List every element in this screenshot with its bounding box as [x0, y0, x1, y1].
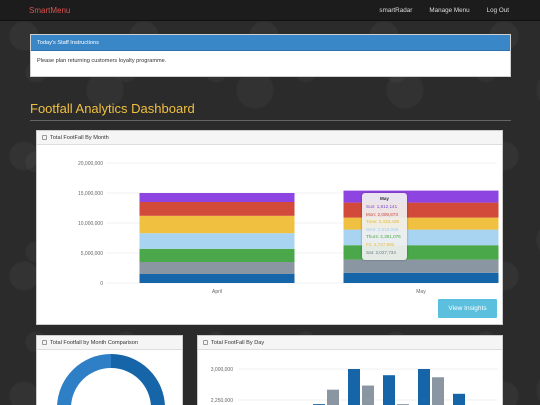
y-tick-label: 5,000,000: [81, 251, 103, 257]
view-insights-button[interactable]: View Insights: [438, 299, 497, 318]
comparison-panel-title: Total Footfall by Month Comparison: [50, 339, 138, 346]
tooltip-row: Sat: 2,027,734: [366, 249, 396, 255]
bar-segment: [139, 202, 295, 216]
tooltip-row: Wed: 2,519,069: [366, 226, 399, 232]
monthly-panel-header: Total FootFall By Month: [37, 131, 502, 145]
y-tick-label: 2,250,000: [211, 398, 233, 404]
nav-smartradar[interactable]: smartRadar: [379, 7, 412, 14]
bar-segment: [139, 215, 295, 234]
comparison-panel-header: Total Footfall by Month Comparison: [37, 336, 182, 350]
staff-instructions-panel: Today's Staff Instructions Please plan r…: [30, 34, 511, 77]
tooltip-row: Tues: 2,433,439: [366, 219, 400, 225]
monthly-stacked-bar-chart[interactable]: 0 5,000,000 10,000,000 15,000,000 20,000,000…: [37, 146, 502, 296]
comparison-panel: Total Footfall by Month Comparison: [36, 335, 183, 405]
day-bar: [432, 377, 444, 405]
brand-link[interactable]: SmartMenu: [29, 6, 70, 15]
tooltip-row: Fri: 2,747,992: [366, 241, 395, 247]
bar-segment: [139, 233, 295, 249]
page-title: Footfall Analytics Dashboard: [30, 101, 195, 116]
donut-segment-may: [111, 354, 165, 405]
tooltip-row: Sun: 1,812,141: [366, 204, 398, 209]
chart-icon: [203, 340, 208, 345]
staff-instructions-heading: Today's Staff Instructions: [31, 35, 510, 51]
top-navbar: SmartMenu smartRadar Manage Menu Log Out: [0, 0, 540, 21]
day-bar: [418, 369, 430, 405]
by-day-bar-chart[interactable]: 3,000,000 2,250,000: [198, 351, 502, 405]
donut-segment-april: [57, 354, 111, 405]
day-bar: [327, 389, 339, 405]
y-tick-label: 15,000,000: [78, 191, 103, 197]
bar-segment: [139, 274, 295, 283]
chart-icon: [42, 135, 47, 140]
x-category-label: May: [416, 289, 426, 295]
nav-manage-menu[interactable]: Manage Menu: [429, 7, 469, 14]
by-day-panel: Total FootFall By Day 3,000,000 2,250,000: [197, 335, 503, 405]
x-category-label: April: [212, 289, 222, 295]
y-tick-label: 10,000,000: [78, 221, 103, 227]
bar-segment: [139, 262, 295, 274]
day-bar: [348, 369, 360, 405]
day-bar: [453, 393, 465, 405]
bar-segment: [343, 259, 499, 273]
bar-segment: [139, 248, 295, 262]
title-divider: [30, 120, 511, 121]
day-bar: [383, 375, 395, 405]
comparison-donut-chart[interactable]: [37, 351, 182, 405]
by-day-panel-header: Total FootFall By Day: [198, 336, 502, 350]
tooltip-row: Thurs: 2,391,076: [366, 234, 401, 240]
by-day-panel-title: Total FootFall By Day: [211, 339, 265, 346]
y-tick-label: 3,000,000: [211, 367, 233, 373]
y-tick-label: 0: [100, 281, 103, 287]
monthly-panel-title: Total FootFall By Month: [50, 134, 109, 141]
chart-icon: [42, 340, 47, 345]
bar-segment: [139, 193, 295, 202]
bar-segment: [343, 272, 499, 283]
tooltip-row: Mon: 2,009,873: [366, 211, 398, 217]
y-tick-label: 20,000,000: [78, 161, 103, 167]
monthly-footfall-panel: Total FootFall By Month 0 5,000,000 10,000…: [36, 130, 503, 325]
chart-tooltip: May Sun: 1,812,141 Mon: 2,009,873 Tues: 2,…: [362, 193, 407, 260]
nav-log-out[interactable]: Log Out: [487, 7, 509, 14]
tooltip-title: May: [380, 196, 389, 201]
nav-links: smartRadar Manage Menu Log Out: [379, 7, 509, 14]
day-bar: [362, 385, 374, 405]
staff-instructions-message: Please plan returning customers loyalty …: [37, 58, 167, 64]
